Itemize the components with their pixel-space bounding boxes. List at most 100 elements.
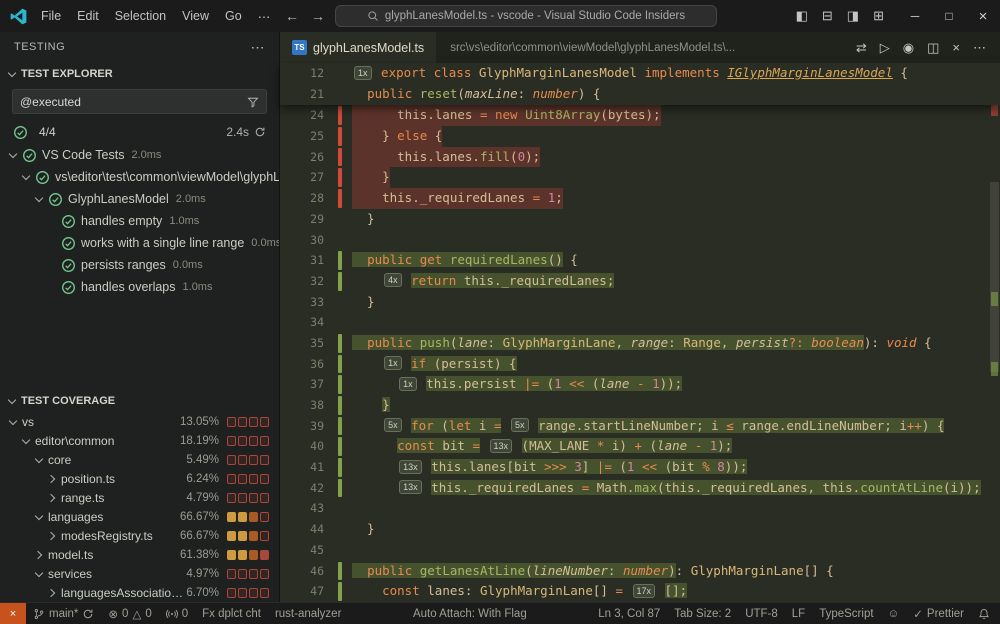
- breadcrumb[interactable]: src\vs\editor\common\viewModel\glyphLane…: [450, 42, 735, 54]
- chevron-right-icon[interactable]: [34, 550, 44, 560]
- chevron-down-icon[interactable]: [34, 455, 44, 465]
- chevron-down-icon[interactable]: [34, 194, 44, 204]
- customize-layout-icon[interactable]: ⊞: [873, 8, 884, 24]
- code-line[interactable]: 29 }: [280, 209, 1000, 230]
- close-button[interactable]: ×: [966, 0, 1000, 32]
- coverage-item[interactable]: model.ts61.38%: [0, 545, 279, 564]
- toggle-secondary-sidebar-icon[interactable]: ◨: [847, 8, 859, 24]
- split-editor-icon[interactable]: ◫: [927, 40, 939, 56]
- line-number[interactable]: 46: [280, 561, 324, 582]
- go-back-icon[interactable]: ←: [283, 8, 301, 24]
- prettier-status[interactable]: ✓ Prettier: [906, 603, 971, 624]
- menu-more[interactable]: ⋯: [250, 6, 279, 27]
- maximize-button[interactable]: □: [932, 0, 966, 32]
- go-forward-icon[interactable]: →: [309, 8, 327, 24]
- code-line[interactable]: 25 } else {: [280, 126, 1000, 147]
- test-filter-input[interactable]: [20, 95, 247, 109]
- more-actions-icon[interactable]: ⋯: [251, 39, 266, 56]
- line-number[interactable]: 28: [280, 188, 324, 209]
- coverage-item[interactable]: editor\common18.19%: [0, 431, 279, 450]
- notifications-bell[interactable]: [971, 603, 1000, 624]
- code-line[interactable]: 40 const bit = 13x (MAX_LANE * i) + (lan…: [280, 436, 1000, 457]
- refresh-tests-icon[interactable]: [254, 126, 266, 138]
- more-actions-icon[interactable]: ⋯: [973, 40, 986, 56]
- code-line[interactable]: 26 this.lanes.fill(0);: [280, 147, 1000, 168]
- scrollbar-thumb[interactable]: [990, 182, 999, 372]
- line-number[interactable]: 12: [280, 63, 324, 84]
- test-item[interactable]: handles overlaps1.0ms: [0, 276, 279, 298]
- test-item[interactable]: GlyphLanesModel2.0ms: [0, 188, 279, 210]
- editor-scrollbar[interactable]: [988, 32, 1000, 602]
- code-line[interactable]: 47 const lanes: GlyphMarginLane[] = 17x …: [280, 581, 1000, 602]
- line-number[interactable]: 30: [280, 230, 324, 251]
- remote-indicator[interactable]: ×: [0, 603, 26, 624]
- chevron-right-icon[interactable]: [47, 474, 57, 484]
- chevron-right-icon[interactable]: [47, 493, 57, 503]
- code-line[interactable]: 24 this.lanes = new Uint8Array(bytes);: [280, 105, 1000, 126]
- test-item[interactable]: VS Code Tests2.0ms: [0, 144, 279, 166]
- code-line[interactable]: 121x export class GlyphMarginLanesModel …: [280, 63, 1000, 84]
- chevron-right-icon[interactable]: [47, 588, 57, 598]
- code-line[interactable]: 44 }: [280, 519, 1000, 540]
- close-editor-icon[interactable]: ×: [952, 40, 960, 56]
- toggle-primary-sidebar-icon[interactable]: ◧: [796, 8, 808, 24]
- line-number[interactable]: 33: [280, 292, 324, 313]
- menu-edit[interactable]: Edit: [69, 6, 107, 27]
- tab-glyphlanesmodel[interactable]: TS glyphLanesModel.ts: [280, 32, 436, 63]
- line-number[interactable]: 44: [280, 519, 324, 540]
- line-number[interactable]: 31: [280, 250, 324, 271]
- coverage-item[interactable]: vs13.05%: [0, 412, 279, 431]
- line-number[interactable]: 26: [280, 147, 324, 168]
- problems-status[interactable]: ⊗ 0 △ 0: [101, 603, 158, 624]
- coverage-item[interactable]: core5.49%: [0, 450, 279, 469]
- line-number[interactable]: 43: [280, 498, 324, 519]
- encoding-status[interactable]: UTF-8: [738, 603, 785, 624]
- code-line[interactable]: 21 public reset(maxLine: number) {: [280, 84, 1000, 105]
- code-line[interactable]: 39 5x for (let i = 5x range.startLineNum…: [280, 416, 1000, 437]
- test-item[interactable]: works with a single line range0.0ms: [0, 232, 279, 254]
- chevron-right-icon[interactable]: [47, 531, 57, 541]
- rust-analyzer-status[interactable]: rust-analyzer: [268, 603, 348, 624]
- chevron-down-icon[interactable]: [8, 150, 18, 160]
- coverage-item[interactable]: languagesAssociations.ts6.70%: [0, 583, 279, 602]
- line-number[interactable]: 42: [280, 478, 324, 499]
- line-number[interactable]: 45: [280, 540, 324, 561]
- menu-selection[interactable]: Selection: [107, 6, 174, 27]
- test-item[interactable]: vs\editor\test\common\viewModel\glyphLa.…: [0, 166, 279, 188]
- test-item[interactable]: handles empty1.0ms: [0, 210, 279, 232]
- test-explorer-header[interactable]: TEST EXPLORER: [0, 62, 279, 85]
- chevron-down-icon[interactable]: [34, 569, 44, 579]
- line-number[interactable]: 36: [280, 354, 324, 375]
- line-number[interactable]: 35: [280, 333, 324, 354]
- line-number[interactable]: 25: [280, 126, 324, 147]
- code-line[interactable]: 30: [280, 230, 1000, 251]
- toggle-panel-icon[interactable]: ⊟: [822, 8, 833, 24]
- code-line[interactable]: 33 }: [280, 292, 1000, 313]
- code-line[interactable]: 34: [280, 312, 1000, 333]
- code-line[interactable]: 32 4x return this._requiredLanes;: [280, 271, 1000, 292]
- code-line[interactable]: 35 public push(lane: GlyphMarginLane, ra…: [280, 333, 1000, 354]
- coverage-item[interactable]: modesRegistry.ts66.67%: [0, 526, 279, 545]
- line-number[interactable]: 27: [280, 167, 324, 188]
- coverage-item[interactable]: range.ts4.79%: [0, 488, 279, 507]
- code-line[interactable]: 28 this._requiredLanes = 1;: [280, 188, 1000, 209]
- test-item[interactable]: persists ranges0.0ms: [0, 254, 279, 276]
- coverage-item[interactable]: services4.97%: [0, 564, 279, 583]
- line-number[interactable]: 38: [280, 395, 324, 416]
- ports-status[interactable]: 0: [159, 603, 195, 624]
- feedback-icon[interactable]: ☺: [881, 603, 907, 624]
- code-line[interactable]: 43: [280, 498, 1000, 519]
- line-number[interactable]: 29: [280, 209, 324, 230]
- chevron-down-icon[interactable]: [34, 512, 44, 522]
- line-number[interactable]: 32: [280, 271, 324, 292]
- line-number[interactable]: 21: [280, 84, 324, 105]
- line-number[interactable]: 39: [280, 416, 324, 437]
- menu-go[interactable]: Go: [217, 6, 250, 27]
- code-line[interactable]: 31 public get requiredLanes() {: [280, 250, 1000, 271]
- code-line[interactable]: 41 13x this.lanes[bit >>> 3] |= (1 << (b…: [280, 457, 1000, 478]
- code-line[interactable]: 37 1x this.persist |= (1 << (lane - 1));: [280, 374, 1000, 395]
- cursor-position-status[interactable]: Ln 3, Col 87: [591, 603, 667, 624]
- filter-icon[interactable]: [247, 96, 259, 108]
- coverage-item[interactable]: languages66.67%: [0, 507, 279, 526]
- dplct-status[interactable]: Fx dplct cht: [195, 603, 268, 624]
